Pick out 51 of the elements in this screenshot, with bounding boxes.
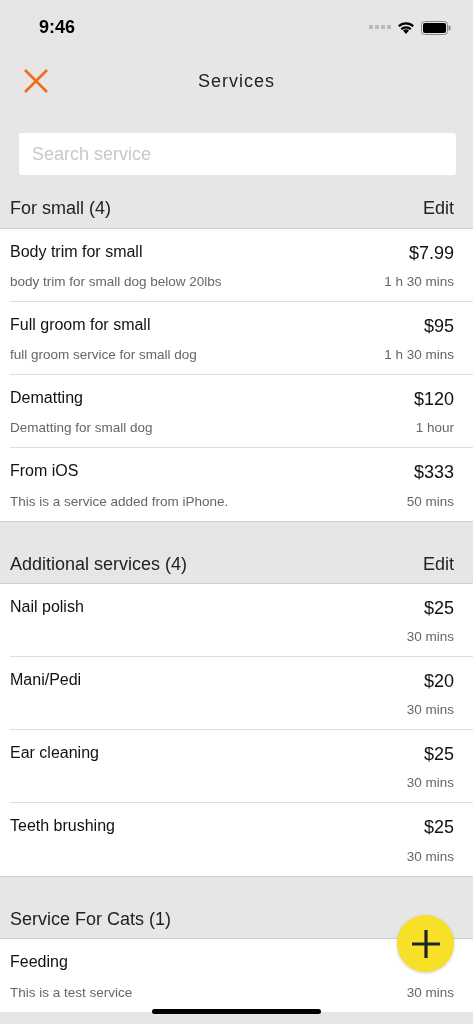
service-name: Full groom for small [10,316,152,334]
wifi-icon [397,21,415,34]
service-description: Dematting for small dog [10,420,153,435]
service-duration: 30 mins [406,702,454,717]
service-duration: 50 mins [406,494,454,509]
service-description: This is a test service [10,985,133,1000]
service-price: $333 [413,462,454,483]
service-price: $95 [423,316,454,337]
service-description: This is a service added from iPhone. [10,494,229,509]
service-name: Nail polish [10,598,84,616]
service-price: $7.99 [408,243,454,264]
service-row[interactable]: From iOS This is a service added from iPhone. $333 50 mins [10,448,473,521]
section-title: Additional services (4) [10,553,188,575]
service-price: $20 [423,671,454,692]
service-duration: 1 hour [415,420,454,435]
status-time: 9:46 [39,17,76,38]
service-duration: 30 mins [406,775,454,790]
service-price: $25 [423,744,454,765]
service-price: $120 [413,389,454,410]
service-duration: 30 mins [406,849,454,864]
battery-icon [421,20,451,35]
service-row[interactable]: Feeding This is a test service 30 mins [10,939,473,1012]
service-name: Mani/Pedi [10,671,82,689]
service-duration: 30 mins [406,629,454,644]
section-title: Service For Cats (1) [10,908,172,930]
screen-title: Services [198,70,275,92]
service-row[interactable]: Body trim for small body trim for small dog below 20lbs $7.99 1 h 30 mins [10,229,473,302]
service-row[interactable]: Ear cleaning $25 30 mins [10,730,473,803]
service-name: Body trim for small [10,243,144,261]
service-price: $25 [423,598,454,619]
service-name: Dematting [10,389,84,407]
signal-icon [369,25,391,30]
service-name: Feeding [10,953,69,971]
service-name: Ear cleaning [10,744,99,762]
service-duration: 1 h 30 mins [384,274,454,289]
service-row[interactable]: Dematting Dematting for small dog $120 1 hour [10,375,473,448]
service-duration: 1 h 30 mins [384,347,454,362]
service-duration: 30 mins [406,985,454,1000]
service-description: full groom service for small dog [10,347,197,362]
service-row[interactable]: Teeth brushing $25 30 mins [10,803,473,876]
service-row[interactable]: Nail polish $25 30 mins [10,584,473,657]
service-name: Teeth brushing [10,817,115,835]
service-row[interactable]: Mani/Pedi $20 30 mins [10,657,473,730]
service-price: $25 [423,817,454,838]
plus-icon [410,928,441,959]
service-name: From iOS [10,462,80,480]
edit-button[interactable]: Edit [422,198,454,219]
edit-button[interactable]: Edit [422,553,454,575]
section-title: For small (4) [10,198,111,219]
service-row[interactable]: Full groom for small full groom service for small dog $95 1 h 30 mins [10,302,473,375]
service-description: body trim for small dog below 20lbs [10,274,222,289]
